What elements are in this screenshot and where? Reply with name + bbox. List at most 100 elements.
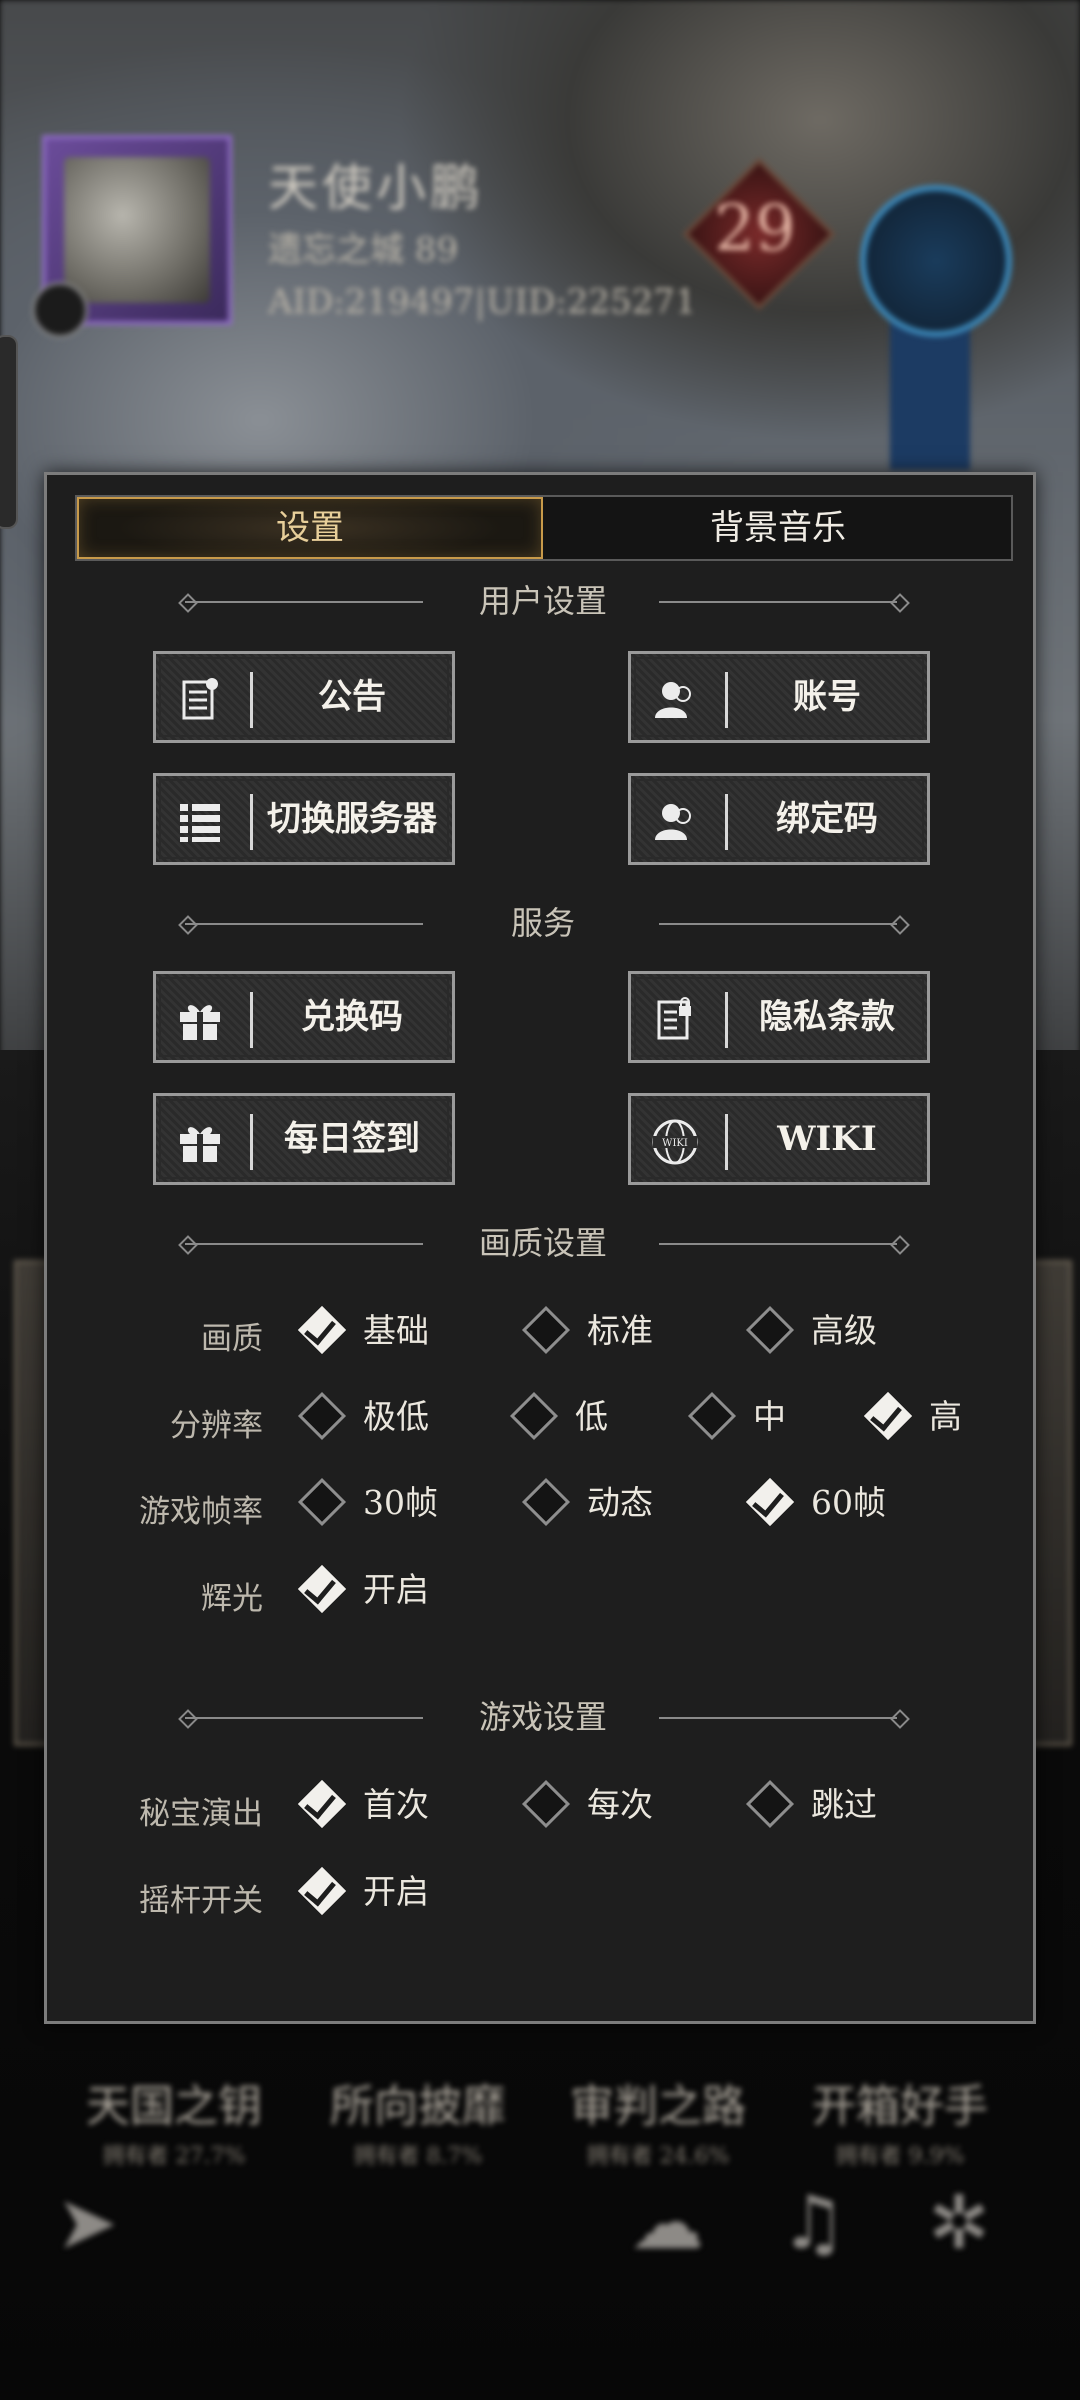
checkbox-diamond	[745, 1779, 795, 1829]
checkbox-diamond	[297, 1477, 347, 1527]
glow-label: 辉光	[201, 1581, 263, 1617]
player-guild: 遗忘之城 89	[268, 230, 459, 270]
checkbox-diamond	[745, 1477, 795, 1527]
option-label: 高	[929, 1397, 962, 1436]
achievement-owned: 拥有者 8.7%	[353, 2144, 483, 2169]
user-icon	[655, 804, 691, 840]
option-label: 标准	[587, 1311, 653, 1350]
separator	[250, 672, 253, 728]
account-button[interactable]: 账号	[628, 651, 930, 743]
separator	[250, 1114, 253, 1170]
checkbox-diamond	[509, 1391, 559, 1441]
separator	[250, 794, 253, 850]
checkbox-diamond	[297, 1866, 347, 1916]
achievement-name: 开箱好手	[812, 2081, 988, 2132]
achievement-item: 开箱好手 拥有者 9.9%	[790, 2070, 1010, 2170]
section-header-service: 服务	[47, 903, 1039, 943]
achievement-item: 天国之钥 拥有者 27.7%	[64, 2070, 284, 2170]
settings-panel: 设置 背景音乐 用户设置 公告 账号 切换服务器 绑定码 服务 兑换码 隐私条款…	[44, 472, 1036, 2024]
divider-line	[659, 1717, 897, 1719]
separator	[725, 1114, 728, 1170]
checkbox-diamond	[521, 1779, 571, 1829]
emblem-banner	[890, 320, 970, 470]
redeem-code-button[interactable]: 兑换码	[153, 971, 455, 1063]
divider-line	[659, 923, 897, 925]
checkbox-diamond	[745, 1305, 795, 1355]
svg-text:WIKI: WIKI	[662, 1138, 688, 1149]
wiki-button[interactable]: WIKI WIKI	[628, 1093, 930, 1185]
gear-icon[interactable]: ✲	[928, 2180, 990, 2266]
separator	[250, 992, 253, 1048]
option-label: 60帧	[811, 1483, 886, 1522]
tab-background-music[interactable]: 背景音乐	[545, 497, 1011, 559]
wave-icon[interactable]: ☁	[630, 2180, 704, 2266]
emblem-icon[interactable]	[860, 185, 1012, 337]
gift-icon	[180, 1127, 220, 1162]
privacy-policy-button[interactable]: 隐私条款	[628, 971, 930, 1063]
notice-icon	[182, 678, 218, 720]
avatar	[64, 157, 210, 303]
tab-settings[interactable]: 设置	[77, 497, 543, 559]
daily-checkin-button[interactable]: 每日签到	[153, 1093, 455, 1185]
option-label: 每次	[587, 1785, 653, 1824]
player-level: 29	[714, 192, 796, 266]
gift-icon	[180, 1005, 220, 1040]
music-icon[interactable]: ♫	[780, 2180, 846, 2266]
separator	[725, 992, 728, 1048]
switch-server-button[interactable]: 切换服务器	[153, 773, 455, 865]
list-icon	[180, 804, 220, 842]
section-header-user: 用户设置	[47, 581, 1039, 621]
section-header-game: 游戏设置	[47, 1697, 1039, 1737]
bind-code-label: 绑定码	[776, 799, 878, 839]
notice-button[interactable]: 公告	[153, 651, 455, 743]
document-lock-icon	[657, 997, 691, 1040]
daily-checkin-label: 每日签到	[284, 1119, 420, 1159]
achievement-owned: 拥有者 27.7%	[102, 2144, 246, 2169]
checkbox-diamond	[297, 1391, 347, 1441]
account-label: 账号	[793, 677, 861, 717]
achievement-name: 审判之路	[570, 2081, 746, 2132]
checkbox-diamond	[297, 1779, 347, 1829]
bind-code-button[interactable]: 绑定码	[628, 773, 930, 865]
option-label: 中	[753, 1397, 786, 1436]
checkbox-diamond	[521, 1477, 571, 1527]
separator	[725, 794, 728, 850]
avatar-badge-icon	[32, 282, 88, 338]
redeem-code-label: 兑换码	[301, 997, 403, 1037]
treasure-performance-label: 秘宝演出	[139, 1796, 263, 1832]
achievement-owned: 拥有者 9.9%	[835, 2144, 965, 2169]
achievement-name: 天国之钥	[86, 2081, 262, 2132]
notice-label: 公告	[318, 677, 386, 717]
user-icon	[655, 682, 691, 718]
resolution-label: 分辨率	[170, 1408, 263, 1444]
player-ids: AID:219497|UID:225271	[268, 282, 697, 322]
option-label: 极低	[363, 1397, 429, 1436]
wiki-globe-icon: WIKI	[652, 1119, 698, 1165]
player-name: 天使小鹏	[268, 159, 484, 217]
side-pull-tab[interactable]	[0, 335, 18, 529]
back-icon[interactable]: ➤	[56, 2180, 118, 2266]
separator	[725, 672, 728, 728]
achievement-owned: 拥有者 24.6%	[586, 2144, 730, 2169]
option-label: 首次	[363, 1785, 429, 1824]
checkbox-diamond	[521, 1305, 571, 1355]
option-label: 跳过	[811, 1785, 877, 1824]
section-header-quality: 画质设置	[47, 1223, 1039, 1263]
option-label: 基础	[363, 1311, 429, 1350]
option-label: 动态	[587, 1483, 653, 1522]
checkbox-diamond	[687, 1391, 737, 1441]
quality-label: 画质	[201, 1321, 263, 1357]
option-label: 开启	[363, 1570, 429, 1609]
joystick-label: 摇杆开关	[139, 1883, 263, 1919]
achievement-item: 所向披靡 拥有者 8.7%	[308, 2070, 528, 2170]
checkbox-diamond	[297, 1564, 347, 1614]
checkbox-diamond	[863, 1391, 913, 1441]
option-label: 高级	[811, 1311, 877, 1350]
checkbox-diamond	[297, 1305, 347, 1355]
tab-bar: 设置 背景音乐	[75, 495, 1013, 561]
divider-line	[659, 601, 897, 603]
switch-server-label: 切换服务器	[267, 799, 437, 839]
option-label: 30帧	[363, 1483, 438, 1522]
option-label: 低	[575, 1397, 608, 1436]
wiki-label: WIKI	[777, 1119, 877, 1159]
